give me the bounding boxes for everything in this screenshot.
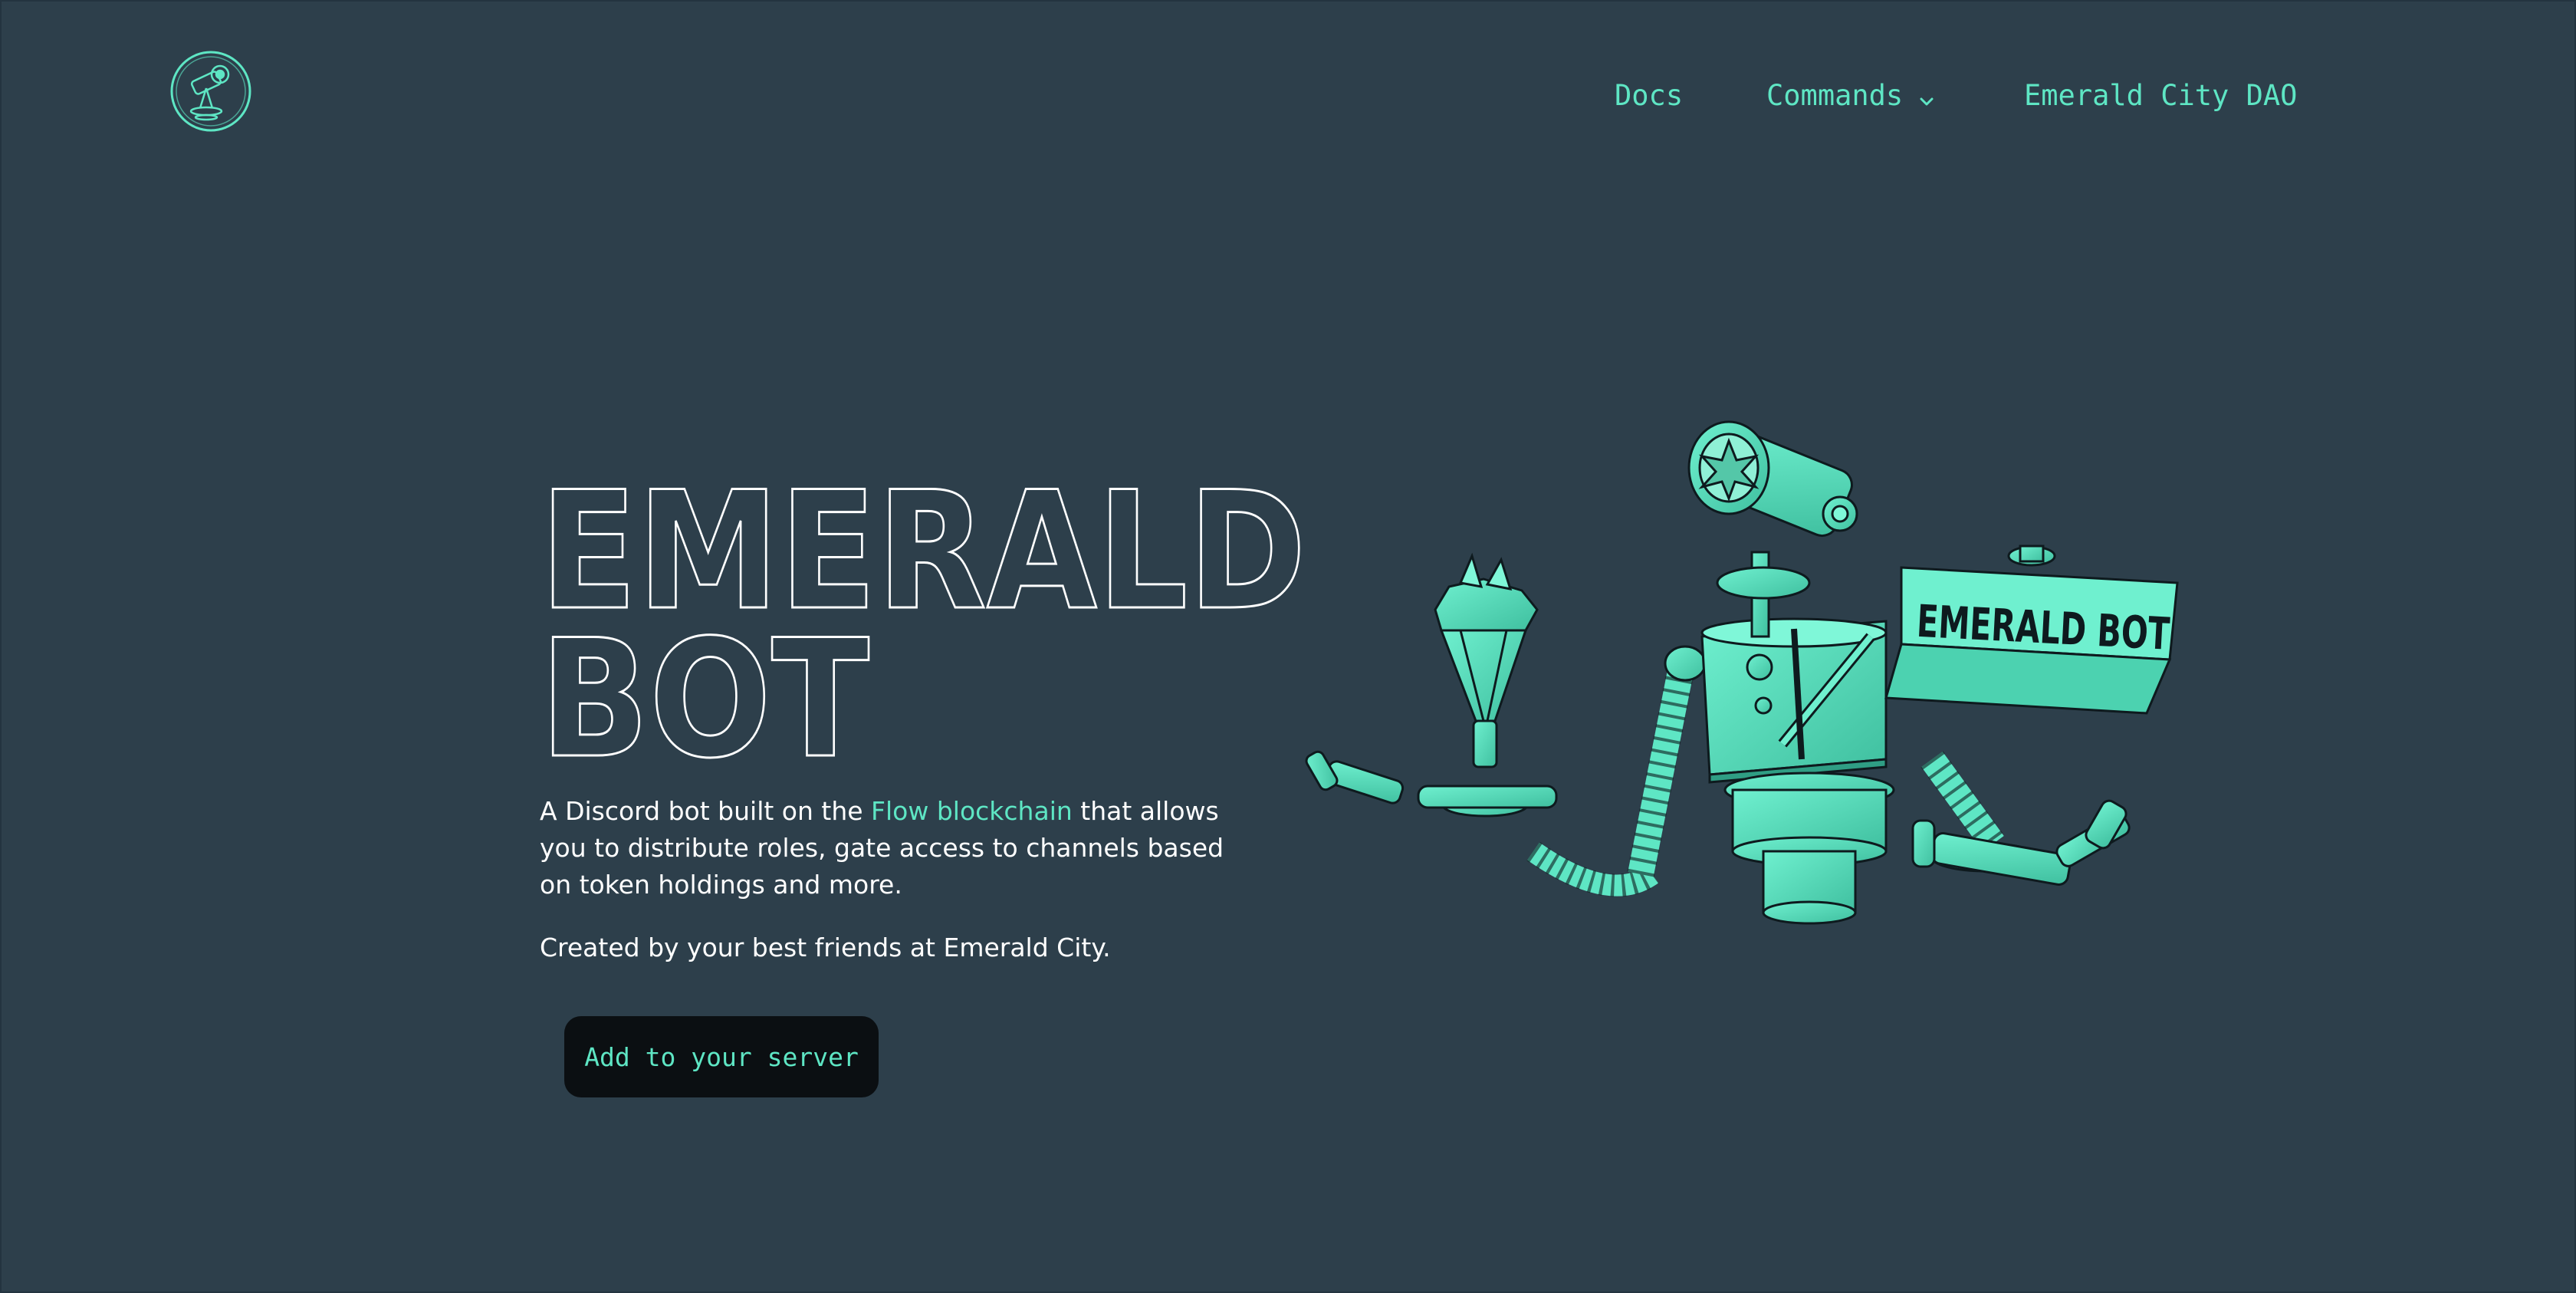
nav-dao-link[interactable]: Emerald City DAO	[2024, 75, 2297, 115]
hero-credit: Created by your best friends at Emerald …	[540, 933, 1111, 962]
hero-description: A Discord bot built on the Flow blockcha…	[540, 793, 1230, 903]
hero-title-line2: BOT	[540, 604, 869, 782]
hero-description-text-start: A Discord bot built on the	[540, 796, 872, 826]
nav-dao-label: Emerald City DAO	[2024, 78, 2298, 112]
nav-docs-label: Docs	[1615, 78, 1684, 112]
telescope-head	[1687, 420, 1858, 538]
diamond-icon	[1434, 552, 1539, 722]
chevron-down-icon	[1917, 85, 1937, 106]
hero-title: EMERALD BOT	[539, 460, 1308, 782]
robot-illustration: EMERALD BOT	[1305, 420, 2179, 925]
flow-blockchain-link[interactable]: Flow blockchain	[871, 796, 1073, 826]
add-to-server-button[interactable]: Add to your server	[564, 1016, 879, 1097]
telescope-logo-icon[interactable]	[169, 50, 252, 133]
nav-commands-label: Commands	[1766, 78, 1904, 112]
robot-body	[1700, 617, 1888, 784]
nav-docs-link[interactable]: Docs	[1615, 75, 1683, 115]
nav-commands-dropdown[interactable]: Commands	[1766, 75, 1937, 115]
